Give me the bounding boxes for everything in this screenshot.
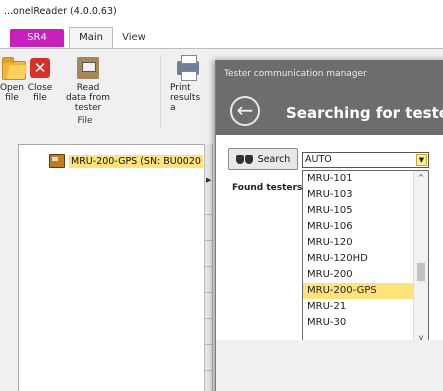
tree-item-device[interactable]: MRU-200-GPS (SN: BU0020: [49, 153, 203, 169]
close-icon: ✕: [27, 55, 53, 81]
app-window: ...onelReader (4.0.0.63) SR4 Main View O…: [0, 0, 443, 391]
window-title: ...onelReader (4.0.0.63): [4, 6, 117, 17]
chevron-down-icon[interactable]: ▼: [416, 154, 427, 166]
close-file-button[interactable]: ✕ Close file: [24, 55, 56, 103]
tab-main[interactable]: Main: [69, 27, 113, 48]
dropdown-option[interactable]: MRU-105: [303, 203, 415, 219]
panel-splitter[interactable]: ▶: [204, 144, 213, 391]
tester-type-select[interactable]: AUTO ▼: [302, 152, 429, 168]
read-data-button[interactable]: Read data from tester: [58, 55, 118, 113]
dialog-heading: Searching for tester: [286, 104, 443, 122]
folder-icon: [0, 55, 26, 81]
tree-item-label: MRU-200-GPS (SN: BU0020: [69, 154, 203, 168]
search-button[interactable]: Search: [228, 148, 298, 170]
dropdown-scrollbar[interactable]: ^ v: [413, 171, 428, 345]
file-group-label: File: [77, 116, 93, 126]
dropdown-option[interactable]: MRU-101: [303, 171, 415, 187]
tester-icon: [75, 55, 101, 81]
found-testers-label: Found testers:: [232, 183, 306, 193]
tester-communication-dialog: Tester communication manager ← Searching…: [215, 60, 443, 391]
meter-icon: [49, 154, 65, 168]
dropdown-option-selected[interactable]: MRU-200-GPS: [303, 283, 415, 299]
tester-type-value: AUTO: [305, 154, 332, 165]
dropdown-list: MRU-101 MRU-103 MRU-105 MRU-106 MRU-120 …: [303, 171, 415, 331]
scroll-up-icon[interactable]: ^: [414, 171, 428, 185]
dropdown-option[interactable]: MRU-120HD: [303, 251, 415, 267]
tab-view[interactable]: View: [114, 28, 154, 47]
dialog-footer: [216, 340, 443, 391]
dialog-header: Tester communication manager ← Searching…: [216, 60, 443, 135]
dropdown-option[interactable]: MRU-106: [303, 219, 415, 235]
dropdown-option[interactable]: MRU-200: [303, 267, 415, 283]
dropdown-option[interactable]: MRU-21: [303, 299, 415, 315]
scrollbar-thumb[interactable]: [417, 263, 425, 281]
printer-icon: [175, 55, 201, 81]
search-button-label: Search: [257, 153, 291, 165]
read-data-label: Read data from tester: [65, 83, 111, 113]
tester-type-dropdown[interactable]: MRU-101 MRU-103 MRU-105 MRU-106 MRU-120 …: [302, 170, 429, 346]
device-tree: MRU-200-GPS (SN: BU0020: [18, 144, 205, 391]
back-arrow-icon[interactable]: ←: [230, 96, 260, 126]
print-results-label: Print results a: [170, 83, 201, 113]
expand-arrow-icon[interactable]: ▶: [206, 176, 211, 184]
dialog-title: Tester communication manager: [224, 69, 367, 79]
binoculars-icon: [235, 153, 254, 165]
close-file-label: Close file: [27, 83, 53, 103]
ribbon-tabs: SR4 Main View: [0, 22, 443, 48]
group-separator: [160, 55, 161, 127]
print-results-button[interactable]: Print results a: [170, 55, 206, 113]
tab-sr4[interactable]: SR4: [10, 29, 64, 47]
dropdown-option[interactable]: MRU-103: [303, 187, 415, 203]
dropdown-option[interactable]: MRU-120: [303, 235, 415, 251]
dropdown-option[interactable]: MRU-30: [303, 315, 415, 331]
title-bar: ...onelReader (4.0.0.63): [0, 0, 443, 22]
